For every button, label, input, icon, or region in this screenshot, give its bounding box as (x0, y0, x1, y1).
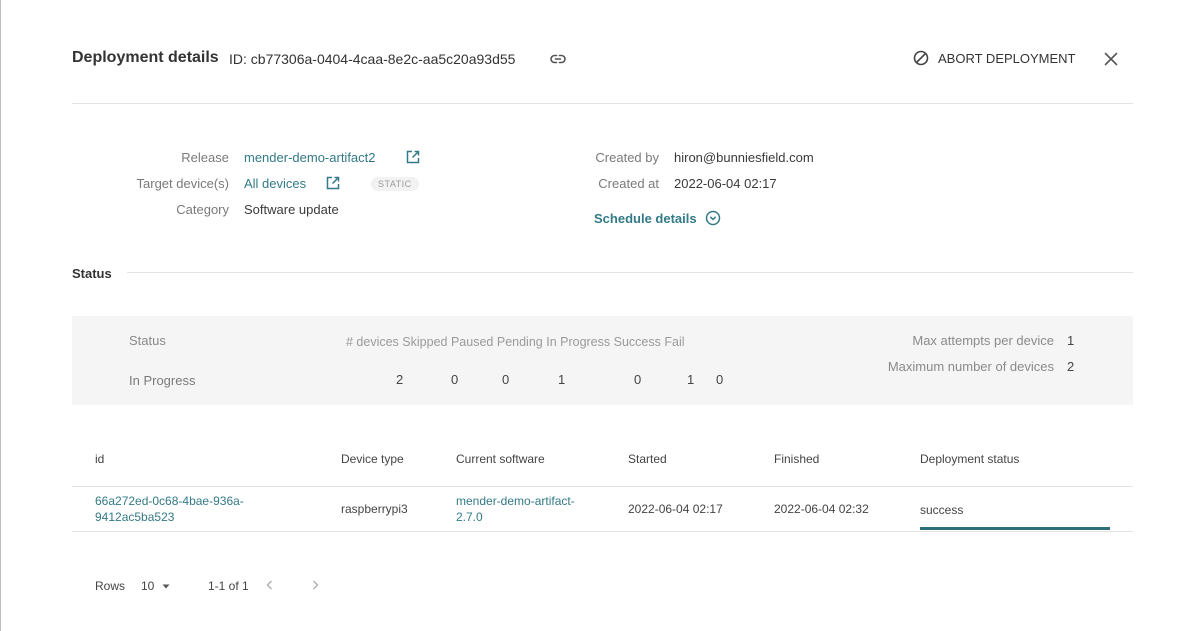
col-header-device-type[interactable]: Device type (341, 452, 404, 466)
count-pending: 1 (558, 372, 566, 387)
rows-per-page-label: Rows (95, 579, 126, 593)
device-type: raspberrypi3 (341, 502, 408, 516)
created-by-value: hiron@bunniesfield.com (674, 150, 814, 165)
page-title: Deployment details (72, 49, 219, 66)
expand-more-icon (705, 210, 721, 226)
deployment-id: ID: cb77306a-0404-4caa-8e2c-aa5c20a93d55 (229, 51, 516, 67)
schedule-details-toggle[interactable]: Schedule details (594, 210, 721, 226)
block-icon (912, 49, 930, 67)
created-at-value: 2022-06-04 02:17 (674, 176, 777, 191)
max-attempts-value: 1 (1067, 333, 1075, 348)
window-edge (0, 0, 1, 631)
close-icon[interactable] (1102, 50, 1120, 68)
max-attempts-label: Max attempts per device (912, 333, 1054, 348)
col-header-current-software[interactable]: Current software (456, 452, 545, 466)
rows-per-page-select[interactable]: 10 (141, 579, 171, 593)
rows-per-page-value: 10 (141, 579, 155, 593)
status-section-title: Status (72, 266, 112, 281)
status-columns: # devices Skipped Paused Pending In Prog… (346, 335, 685, 349)
col-skipped: Skipped (402, 335, 448, 349)
header-divider (72, 103, 1133, 104)
count-devices: 2 (396, 372, 404, 387)
col-paused: Paused (450, 335, 494, 349)
col-in-progress: In Progress (546, 335, 611, 349)
finished-time: 2022-06-04 02:32 (774, 502, 869, 516)
abort-deployment-label: ABORT DEPLOYMENT (938, 50, 1076, 66)
category-value: Software update (244, 202, 339, 217)
count-fail: 0 (716, 372, 724, 387)
col-header-started[interactable]: Started (628, 452, 667, 466)
col-pending: Pending (496, 335, 543, 349)
count-skipped: 0 (451, 372, 459, 387)
status-progress-fill (920, 527, 1110, 530)
previous-page-icon[interactable] (263, 578, 277, 592)
col-header-finished[interactable]: Finished (774, 452, 819, 466)
open-in-new-icon[interactable] (325, 175, 341, 191)
table-header-divider (72, 486, 1133, 487)
current-software: mender-demo-artifact- 2.7.0 (456, 494, 575, 524)
col-header-deployment-status[interactable]: Deployment status (920, 452, 1019, 466)
device-id-link[interactable]: 66a272ed-0c68-4bae-936a- 9412ac5ba523 (95, 493, 244, 525)
copy-link-icon[interactable] (549, 50, 567, 68)
static-badge: STATIC (371, 177, 419, 191)
category-label: Category (176, 202, 229, 217)
count-paused: 0 (502, 372, 510, 387)
dropdown-arrow-icon (161, 581, 171, 591)
pagination-range: 1-1 of 1 (208, 579, 249, 593)
col-success: Success (613, 335, 661, 349)
count-in-progress: 0 (634, 372, 642, 387)
open-in-new-icon[interactable] (405, 149, 421, 165)
created-by-label: Created by (595, 150, 659, 165)
release-link[interactable]: mender-demo-artifact2 (244, 150, 376, 165)
target-devices-label: Target device(s) (136, 176, 229, 191)
status-label: Status (129, 333, 166, 348)
col-header-id[interactable]: id (95, 452, 104, 466)
abort-deployment-button[interactable]: ABORT DEPLOYMENT (912, 49, 1076, 67)
max-devices-label: Maximum number of devices (887, 359, 1054, 374)
release-label: Release (181, 150, 229, 165)
deployment-status: success (920, 503, 964, 517)
status-value: In Progress (129, 373, 196, 388)
target-devices-link[interactable]: All devices (244, 176, 306, 191)
table-row-divider (72, 531, 1133, 532)
count-success: 1 (687, 372, 695, 387)
status-divider (127, 272, 1133, 273)
next-page-icon[interactable] (308, 578, 322, 592)
schedule-details-label: Schedule details (594, 210, 697, 226)
started-time: 2022-06-04 02:17 (628, 502, 723, 516)
max-devices-value: 2 (1067, 359, 1075, 374)
status-progress-track (920, 527, 1110, 530)
col-devices: # devices (346, 335, 399, 349)
created-at-label: Created at (598, 176, 659, 191)
col-fail: Fail (664, 335, 685, 349)
